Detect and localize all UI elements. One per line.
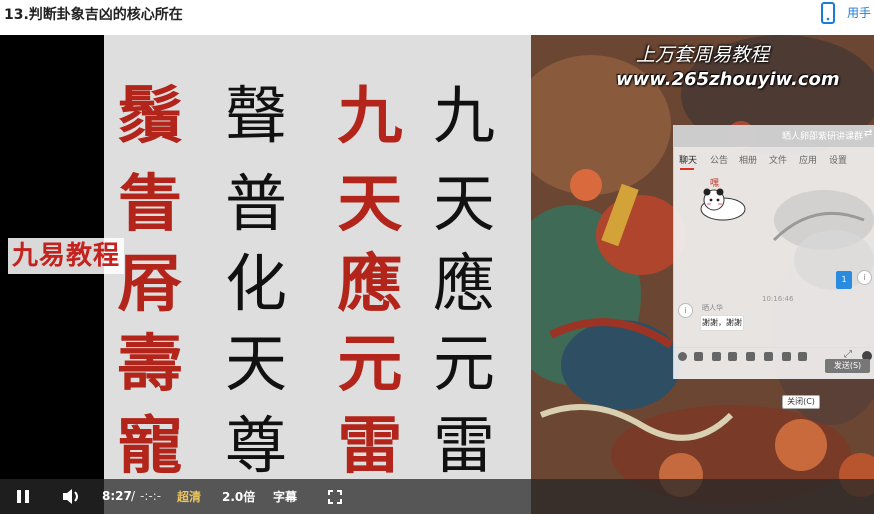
seal-glyph: 元	[337, 327, 403, 400]
quality-button[interactable]: 超清	[177, 488, 201, 505]
chat-header-title: 晒人卵邵紫研讲课群	[782, 132, 864, 142]
avatar[interactable]: i	[857, 270, 872, 285]
seal-glyph: 天	[337, 167, 403, 240]
message-time: 10:16:46	[762, 295, 794, 303]
emoji-icon[interactable]	[678, 352, 687, 361]
video-player[interactable]: 鬚 眚 㞕 壽 寵 聲 普 化 天 尊 九 天 應 元 雷 九 天 應 元 雷 …	[0, 35, 874, 514]
scissors-icon[interactable]	[712, 352, 721, 361]
subtitle-button[interactable]: 字幕	[273, 488, 297, 505]
seal-glyph: 鬚	[117, 79, 183, 152]
script-glyph: 應	[432, 247, 495, 320]
volume-icon[interactable]	[62, 488, 82, 505]
fullscreen-icon[interactable]	[328, 490, 342, 504]
folder-icon[interactable]	[728, 352, 737, 361]
photo-icon[interactable]	[764, 352, 773, 361]
watermark-left: 九易教程	[8, 238, 125, 274]
tab-apps[interactable]: 应用	[799, 153, 817, 166]
tab-chat[interactable]: 聊天	[679, 153, 697, 166]
tab-files[interactable]: 文件	[769, 153, 787, 166]
chat-header: 晒人卵邵紫研讲课群 ⇄	[674, 125, 874, 147]
phone-icon[interactable]	[821, 2, 835, 24]
sender-name: 晒人华	[702, 304, 723, 312]
speed-button[interactable]: 2.0倍	[222, 488, 255, 505]
mobile-view-link[interactable]: 用手	[847, 4, 871, 21]
current-time: 8:27	[102, 489, 132, 503]
send-button[interactable]: 发送(S)	[825, 359, 870, 373]
pause-icon[interactable]	[17, 490, 29, 503]
tab-settings[interactable]: 设置	[829, 153, 847, 166]
script-glyph: 天	[224, 327, 287, 400]
seal-glyph: 眚	[117, 167, 183, 240]
script-glyph: 元	[432, 327, 495, 400]
panda-sticker-icon	[700, 188, 746, 221]
page-title: 13.判断卦象吉凶的核心所在	[4, 7, 183, 23]
switch-icon[interactable]: ⇄	[864, 128, 872, 139]
chat-tabs: 聊天 公告 相册 文件 应用 设置	[674, 147, 874, 171]
seal-glyph: 壽	[117, 327, 183, 400]
script-glyph: 天	[432, 167, 495, 240]
tab-album[interactable]: 相册	[739, 153, 757, 166]
seal-glyph: 應	[337, 247, 403, 320]
received-message: 謝謝，謝謝	[700, 315, 744, 331]
chat-window[interactable]: 晒人卵邵紫研讲课群 ⇄ 聊天 公告 相册 文件 应用 设置 嘿 1 i 10:1…	[673, 125, 874, 409]
site-watermark-title: 上万套周易教程	[636, 44, 770, 66]
time-separator: /	[131, 489, 136, 503]
seal-glyph: 雷	[337, 409, 403, 482]
image-icon[interactable]	[746, 352, 755, 361]
tab-notice[interactable]: 公告	[710, 153, 728, 166]
title-bar: 13.判断卦象吉凶的核心所在 用手	[0, 0, 874, 35]
player-controls: 8:27 / -:-:- 超清 2.0倍 字幕	[0, 479, 874, 514]
site-watermark-url: www.265zhouyiw.com	[616, 69, 840, 90]
more-icon[interactable]	[798, 352, 807, 361]
seal-glyph: 九	[337, 79, 403, 152]
script-glyph: 雷	[432, 409, 495, 482]
script-glyph: 化	[224, 247, 287, 320]
script-glyph: 普	[224, 167, 287, 240]
sent-message: 1	[836, 271, 852, 289]
gif-icon[interactable]	[694, 352, 703, 361]
close-button[interactable]: 关闭(C)	[782, 395, 820, 409]
seal-glyph: 寵	[117, 409, 183, 482]
avatar[interactable]: i	[678, 303, 693, 318]
script-glyph: 聲	[224, 79, 287, 152]
calligraphy-panel: 鬚 眚 㞕 壽 寵 聲 普 化 天 尊 九 天 應 元 雷 九 天 應 元 雷	[104, 35, 531, 514]
script-glyph: 九	[432, 79, 495, 152]
active-tab-indicator	[680, 168, 694, 170]
script-glyph: 尊	[224, 409, 287, 482]
total-time: -:-:-	[140, 489, 162, 503]
tools-icon[interactable]	[782, 352, 791, 361]
